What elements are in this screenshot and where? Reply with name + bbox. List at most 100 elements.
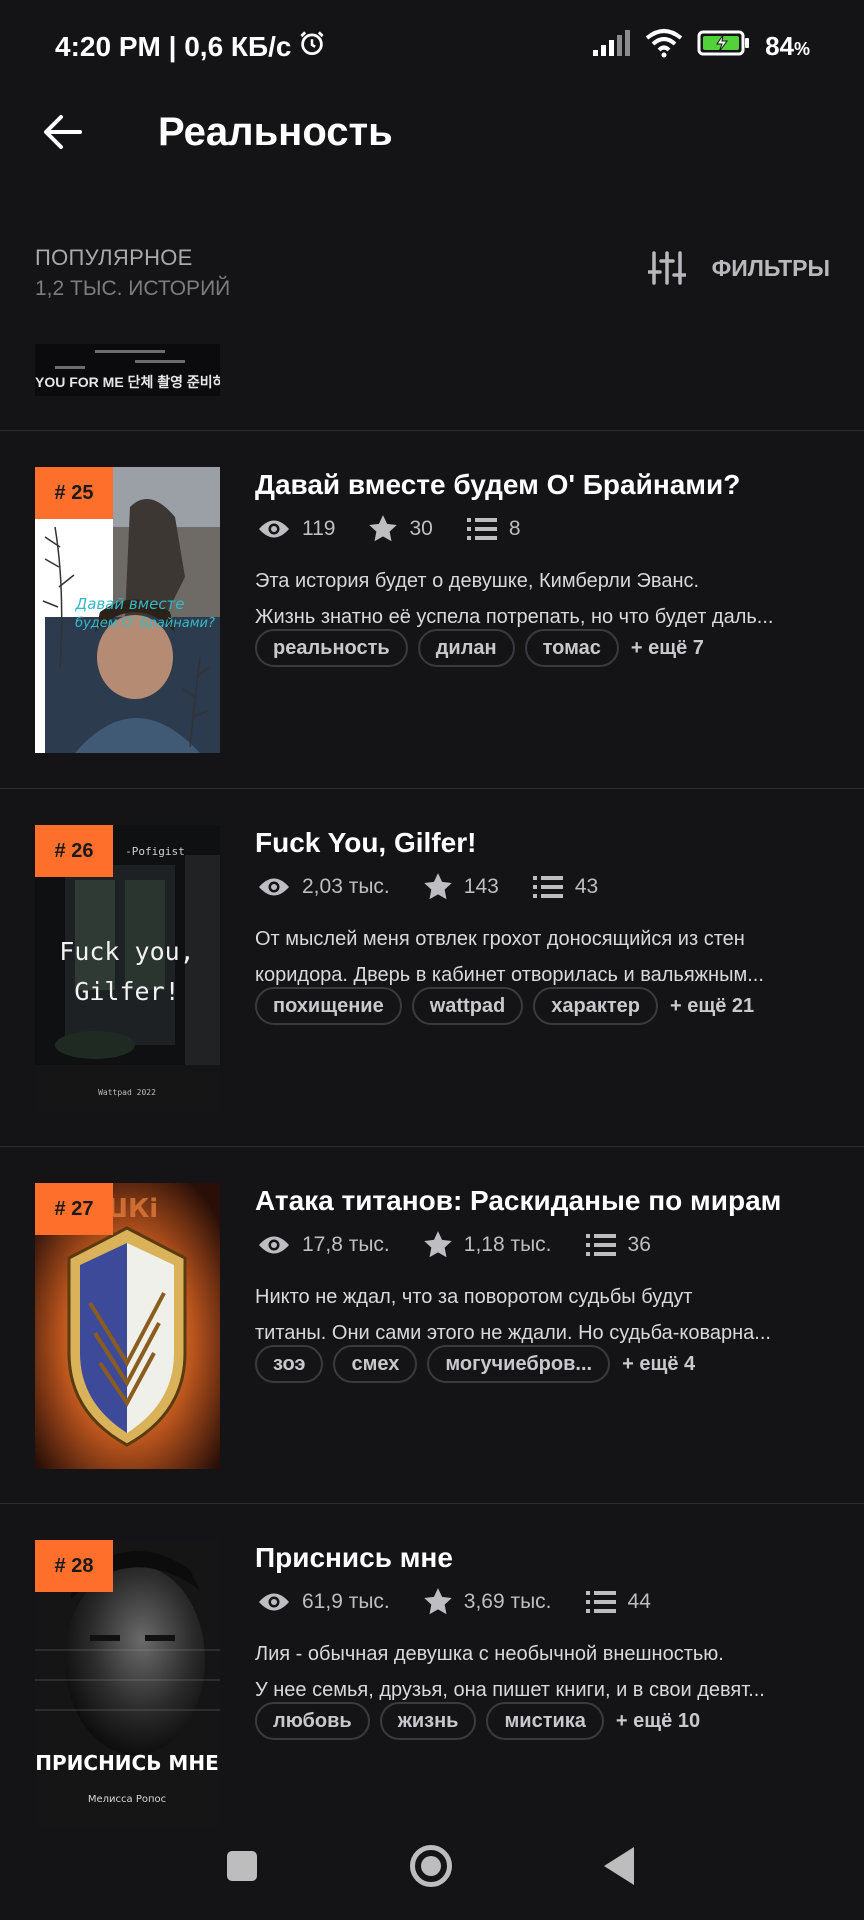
status-time-text: 4:20 PM | 0,6 КБ/с [55,30,292,62]
votes-count: 1,18 тыс. [463,1232,552,1256]
status-bar: 4:20 PM | 0,6 КБ/с 84% [0,0,864,94]
tag-chip[interactable]: смех [333,1345,418,1383]
story-title[interactable]: Приснись мне [255,1542,453,1574]
list-icon [466,517,497,540]
story-title[interactable]: Давай вместе будем О' Брайнами? [255,469,740,501]
description-line: Никто не ждал, что за поворотом судьбы б… [255,1286,693,1308]
battery-icon [697,29,751,64]
eye-icon [259,878,289,895]
votes-stat: 143 [423,873,499,900]
parts-stat: 36 [585,1232,651,1257]
story-stats: 61,9 тыс. 3,69 тыс. 44 [258,1588,685,1615]
rank-badge: # 26 [35,825,113,877]
tag-list: любовь жизнь мистика + ещё 10 [255,1702,700,1740]
tag-chip[interactable]: характер [533,987,659,1025]
rank-badge: # 28 [35,1540,113,1592]
votes-count: 143 [463,874,499,898]
battery-percent: 84 [765,31,794,61]
eye-icon [259,1236,289,1253]
more-tags[interactable]: + ещё 7 [631,637,704,660]
rank-badge: # 25 [35,467,113,519]
sort-title: ПОПУЛЯРНОЕ [35,245,193,270]
story-item[interactable]: -Pofigist Fuck you, Gilfer! Wattpad 2022… [0,789,864,1146]
description-line: От мыслей меня отвлек грохот доносящийся… [255,928,745,950]
arrow-left-icon [44,115,82,149]
toolbar: Реальность [0,94,864,244]
story-stats: 2,03 тыс. 143 43 [258,873,632,900]
status-indicators: 84% [593,28,810,65]
story-cover[interactable]: -Pofigist Fuck you, Gilfer! Wattpad 2022… [35,825,220,1111]
description-line: Эта история будет о девушке, Кимберли Эв… [255,570,700,592]
more-tags[interactable]: + ещё 4 [622,1353,695,1376]
svg-text:ПРИСНИСЬ МНЕ: ПРИСНИСЬ МНЕ [35,1751,218,1775]
tag-list: похищение wattpad характер + ещё 21 [255,987,754,1025]
story-description: Лия - обычная девушка с необычной внешно… [255,1636,835,1708]
tag-chip[interactable]: похищение [255,987,402,1025]
svg-text:Fuck you,: Fuck you, [59,937,194,966]
views-count: 2,03 тыс. [302,874,390,898]
svg-text:Мелисса Ропос: Мелисса Ропос [88,1794,166,1805]
tag-chip[interactable]: зоэ [255,1345,324,1383]
story-description: Никто не ждал, что за поворотом судьбы б… [255,1279,835,1351]
battery-level: 84% [765,31,810,62]
tag-chip[interactable]: жизнь [379,1702,477,1740]
star-icon [423,1588,452,1615]
story-item[interactable]: ШКi # 27 Атака титанов: Раскиданые по ми… [0,1147,864,1504]
signal-icon [593,30,631,63]
story-description: Эта история будет о девушке, Кимберли Эв… [255,563,835,635]
story-title[interactable]: Fuck You, Gilfer! [255,827,476,859]
more-tags[interactable]: + ещё 10 [616,1710,700,1733]
views-stat: 2,03 тыс. [258,875,390,899]
story-item[interactable]: Давай вместе будем О' Брайнами? # 25 Дав… [0,431,864,788]
svg-text:Давай вместе: Давай вместе [74,595,184,613]
story-cover[interactable]: Давай вместе будем О' Брайнами? # 25 [35,467,220,753]
back-button[interactable] [36,106,88,158]
system-nav-bar [0,1808,864,1920]
filters-button[interactable]: ФИЛЬТРЫ [647,250,830,286]
svg-text:Wattpad 2022: Wattpad 2022 [98,1088,156,1097]
story-cover[interactable]: ПРИСНИСЬ МНЕ Мелисса Ропос # 28 [35,1540,220,1826]
views-count: 17,8 тыс. [302,1232,390,1256]
sliders-icon [647,251,686,285]
star-icon [423,1231,452,1258]
views-stat: 119 [258,517,335,541]
tag-chip[interactable]: мистика [486,1702,604,1740]
story-description: От мыслей меня отвлек грохот доносящийся… [255,921,835,993]
tag-chip[interactable]: реальность [255,629,408,667]
svg-text:-Pofigist: -Pofigist [125,845,185,858]
cover-decoration [55,366,85,369]
story-title[interactable]: Атака титанов: Раскиданые по мирам [255,1185,781,1217]
parts-stat: 44 [585,1590,651,1614]
page-title: Реальность [158,110,393,154]
tag-list: реальность дилан томас + ещё 7 [255,629,704,667]
more-tags[interactable]: + ещё 21 [670,995,754,1018]
recents-button[interactable] [227,1851,257,1881]
home-button[interactable] [410,1845,452,1887]
parts-stat: 43 [532,875,598,899]
wifi-icon [645,28,683,65]
tag-chip[interactable]: могучиебров... [427,1345,611,1383]
eye-icon [259,520,289,537]
votes-stat: 1,18 тыс. [423,1231,552,1258]
tag-chip[interactable]: дилан [417,629,515,667]
story-stats: 119 30 8 [258,515,555,542]
parts-count: 36 [627,1232,651,1256]
views-stat: 61,9 тыс. [258,1590,390,1614]
views-count: 61,9 тыс. [302,1589,390,1613]
battery-unit: % [793,39,810,59]
story-stats: 17,8 тыс. 1,18 тыс. 36 [258,1231,685,1258]
story-cover-partial[interactable]: YOU FOR ME 단체 촬영 준비하라 [35,344,220,396]
tag-list: зоэ смех могучиебров... + ещё 4 [255,1345,695,1383]
tag-chip[interactable]: любовь [255,1702,370,1740]
list-icon [585,1233,616,1256]
eye-icon [259,1593,289,1610]
tag-chip[interactable]: wattpad [411,987,524,1025]
rank-badge: # 27 [35,1183,113,1235]
votes-count: 30 [409,516,433,540]
system-back-button[interactable] [604,1847,634,1885]
story-cover[interactable]: ШКi # 27 [35,1183,220,1469]
alarm-icon [297,28,327,65]
votes-stat: 3,69 тыс. [423,1588,552,1615]
tag-chip[interactable]: томас [524,629,619,667]
status-time: 4:20 PM | 0,6 КБ/с [55,28,327,65]
